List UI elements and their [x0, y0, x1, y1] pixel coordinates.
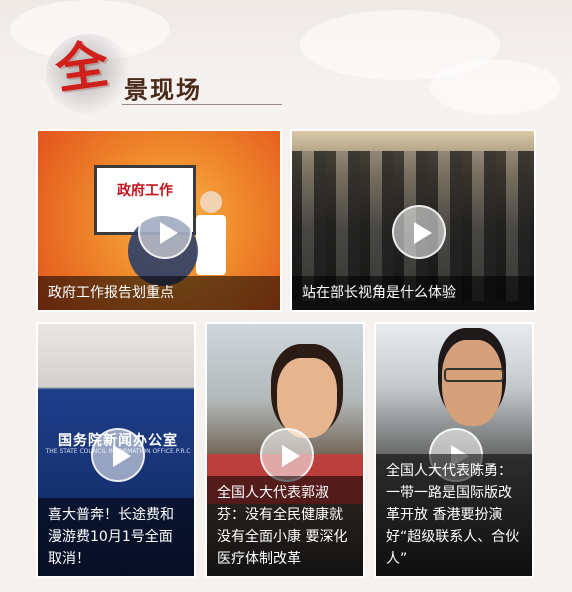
section-header: 全 景现场: [38, 28, 288, 118]
glasses-decor: [444, 368, 504, 382]
title-underline: [122, 104, 282, 105]
person-face: [277, 358, 337, 438]
video-caption: 全国人大代表郭淑芬：没有全民健康就没有全面小康 要深化医疗体制改革: [207, 476, 363, 576]
section-title: 景现场: [124, 75, 202, 104]
play-button[interactable]: [392, 205, 446, 259]
whiteboard-text: 政府工作: [117, 183, 173, 199]
play-button[interactable]: [260, 428, 314, 482]
video-caption: 喜大普奔！长途费和漫游费10月1号全面取消！: [38, 498, 194, 576]
play-button[interactable]: [138, 205, 192, 259]
decor-cloud: [430, 60, 560, 115]
video-caption: 站在部长视角是什么体验: [292, 276, 534, 310]
video-caption: 政府工作报告划重点: [38, 276, 280, 310]
video-card[interactable]: 全国人大代表陈勇：一带一路是国际版改革开放 香港要扮演好“超级联系人、合伙人”: [374, 322, 534, 578]
video-card[interactable]: 政府工作 政府工作报告划重点: [36, 129, 282, 312]
video-card[interactable]: 国务院新闻办公室 THE STATE COUNCIL INFORMATION O…: [36, 322, 196, 578]
person-face: [442, 340, 502, 426]
section-title-char: 全: [51, 33, 112, 102]
video-caption: 全国人大代表陈勇：一带一路是国际版改革开放 香港要扮演好“超级联系人、合伙人”: [376, 454, 532, 576]
video-card[interactable]: 站在部长视角是什么体验: [290, 129, 536, 312]
play-button[interactable]: [91, 428, 145, 482]
video-card[interactable]: 全国人大代表郭淑芬：没有全民健康就没有全面小康 要深化医疗体制改革: [205, 322, 365, 578]
